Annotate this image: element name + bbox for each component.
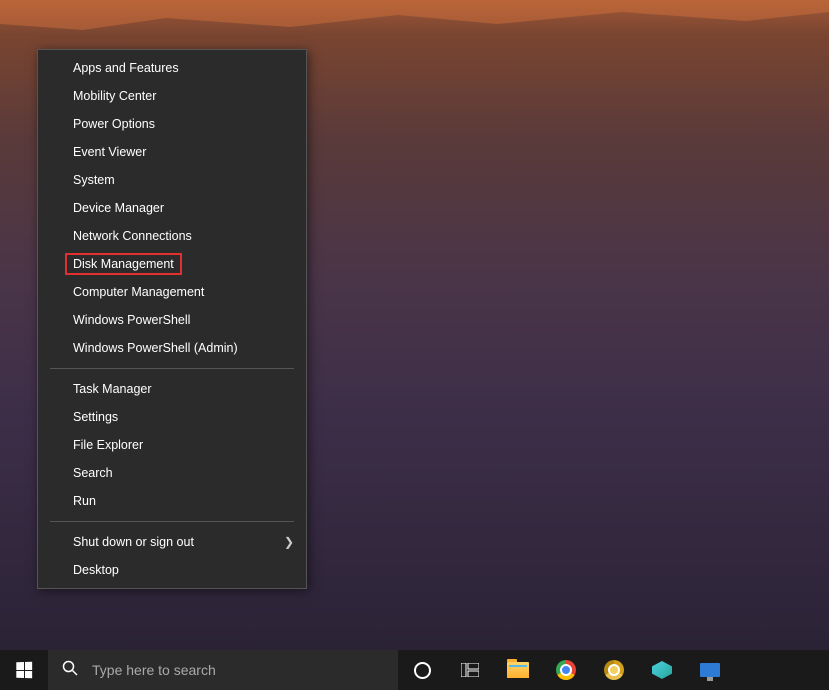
task-view-button[interactable] bbox=[446, 650, 494, 690]
menu-event-viewer[interactable]: Event Viewer bbox=[38, 138, 306, 166]
menu-power-options[interactable]: Power Options bbox=[38, 110, 306, 138]
menu-group: Apps and Features Mobility Center Power Op… bbox=[38, 50, 306, 366]
cortana-button[interactable] bbox=[398, 650, 446, 690]
menu-item-label: Search bbox=[73, 466, 113, 480]
menu-item-label: Settings bbox=[73, 410, 118, 424]
menu-item-label: Computer Management bbox=[73, 285, 204, 299]
chrome-canary-icon bbox=[604, 660, 624, 680]
menu-desktop[interactable]: Desktop bbox=[38, 556, 306, 584]
chevron-right-icon: ❯ bbox=[284, 535, 294, 549]
file-explorer-taskbar-button[interactable] bbox=[494, 650, 542, 690]
menu-system[interactable]: System bbox=[38, 166, 306, 194]
app-icon-1 bbox=[652, 661, 672, 679]
menu-item-label: Run bbox=[73, 494, 96, 508]
menu-group: Task Manager Settings File Explorer Search R… bbox=[38, 371, 306, 519]
task-view-icon bbox=[461, 663, 479, 677]
taskbar-search-box[interactable]: Type here to search bbox=[48, 650, 398, 690]
menu-item-label: Event Viewer bbox=[73, 145, 146, 159]
screen-share-icon bbox=[700, 663, 720, 677]
menu-item-label: Device Manager bbox=[73, 201, 164, 215]
menu-item-label: Desktop bbox=[73, 563, 119, 577]
menu-item-label: Power Options bbox=[73, 117, 155, 131]
chrome-taskbar-button[interactable] bbox=[542, 650, 590, 690]
menu-search[interactable]: Search bbox=[38, 459, 306, 487]
menu-item-label: Apps and Features bbox=[73, 61, 179, 75]
menu-shutdown-signout[interactable]: Shut down or sign out ❯ bbox=[38, 528, 306, 556]
menu-group: Shut down or sign out ❯ Desktop bbox=[38, 524, 306, 588]
menu-item-label: Disk Management bbox=[65, 253, 182, 275]
chrome-canary-taskbar-button[interactable] bbox=[590, 650, 638, 690]
start-button[interactable] bbox=[0, 650, 48, 690]
menu-separator bbox=[50, 521, 294, 522]
menu-disk-management[interactable]: Disk Management bbox=[38, 250, 306, 278]
menu-item-label: File Explorer bbox=[73, 438, 143, 452]
menu-file-explorer[interactable]: File Explorer bbox=[38, 431, 306, 459]
cortana-icon bbox=[414, 662, 431, 679]
menu-item-label: Windows PowerShell bbox=[73, 313, 190, 327]
menu-run[interactable]: Run bbox=[38, 487, 306, 515]
menu-settings[interactable]: Settings bbox=[38, 403, 306, 431]
windows-logo-icon bbox=[16, 662, 32, 678]
taskbar: Type here to search bbox=[0, 650, 829, 690]
app-taskbar-button-1[interactable] bbox=[638, 650, 686, 690]
menu-item-label: Network Connections bbox=[73, 229, 192, 243]
menu-item-label: Task Manager bbox=[73, 382, 152, 396]
menu-task-manager[interactable]: Task Manager bbox=[38, 375, 306, 403]
menu-mobility-center[interactable]: Mobility Center bbox=[38, 82, 306, 110]
search-icon bbox=[62, 660, 78, 680]
app-taskbar-button-2[interactable] bbox=[686, 650, 734, 690]
menu-item-label: Shut down or sign out bbox=[73, 535, 194, 549]
menu-item-label: Mobility Center bbox=[73, 89, 156, 103]
winx-context-menu: Apps and Features Mobility Center Power Op… bbox=[37, 49, 307, 589]
chrome-icon bbox=[556, 660, 576, 680]
search-placeholder: Type here to search bbox=[92, 662, 216, 678]
menu-item-label: Windows PowerShell (Admin) bbox=[73, 341, 238, 355]
menu-computer-management[interactable]: Computer Management bbox=[38, 278, 306, 306]
file-explorer-icon bbox=[507, 662, 529, 678]
menu-device-manager[interactable]: Device Manager bbox=[38, 194, 306, 222]
menu-item-label: System bbox=[73, 173, 115, 187]
menu-apps-and-features[interactable]: Apps and Features bbox=[38, 54, 306, 82]
menu-windows-powershell[interactable]: Windows PowerShell bbox=[38, 306, 306, 334]
menu-separator bbox=[50, 368, 294, 369]
taskbar-icons bbox=[398, 650, 734, 690]
menu-network-connections[interactable]: Network Connections bbox=[38, 222, 306, 250]
menu-windows-powershell-admin[interactable]: Windows PowerShell (Admin) bbox=[38, 334, 306, 362]
